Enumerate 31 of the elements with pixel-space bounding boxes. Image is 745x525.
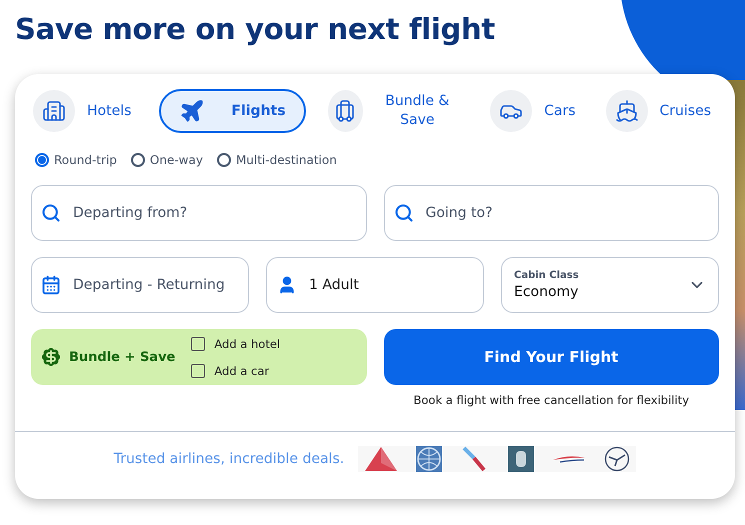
cancellation-caption: Book a flight with free cancellation for flexibility [413, 393, 690, 407]
category-tab[interactable]: Flights [159, 89, 306, 133]
cabin-class-select[interactable]: Cabin Class Economy [501, 257, 719, 313]
category-tab[interactable]: Bundle & Save [326, 89, 468, 133]
trip-type-radio[interactable]: Round-trip [35, 153, 117, 167]
trip-type-radio[interactable]: Multi-destination [216, 153, 337, 167]
destination-field[interactable]: Going to? [384, 185, 719, 241]
trip-type-radio[interactable]: One-way [130, 153, 203, 167]
search-icon [394, 203, 414, 223]
globe-logo-icon [416, 446, 442, 472]
bundle-checkbox[interactable]: Add a hotel [191, 336, 280, 350]
building-icon [42, 99, 66, 123]
dollar-badge-icon [39, 345, 63, 369]
page-title: Save more on your next flight [14, 11, 496, 46]
category-tab[interactable]: Cars [488, 89, 584, 133]
category-tab[interactable]: Cruises [604, 89, 719, 133]
origin-field[interactable]: Departing from? [31, 185, 366, 241]
calendar-icon [41, 275, 61, 295]
ship-icon [614, 99, 638, 123]
search-icon [41, 203, 61, 223]
travelers-field[interactable]: 1 Adult [266, 257, 484, 313]
airplane-icon [179, 98, 206, 124]
bundle-checkbox[interactable]: Add a car [191, 364, 280, 378]
category-tab[interactable]: Hotels [31, 89, 140, 133]
find-flight-button[interactable]: Find Your Flight [384, 329, 719, 385]
square-logo-icon [508, 446, 534, 472]
trusted-airlines-text: Trusted airlines, incredible deals. [114, 451, 344, 467]
crane-logo-icon [604, 446, 630, 472]
triangle-logo-icon [364, 446, 398, 472]
date-field[interactable]: Departing - Returning [31, 257, 249, 313]
bundle-title: Bundle + Save [69, 350, 176, 364]
